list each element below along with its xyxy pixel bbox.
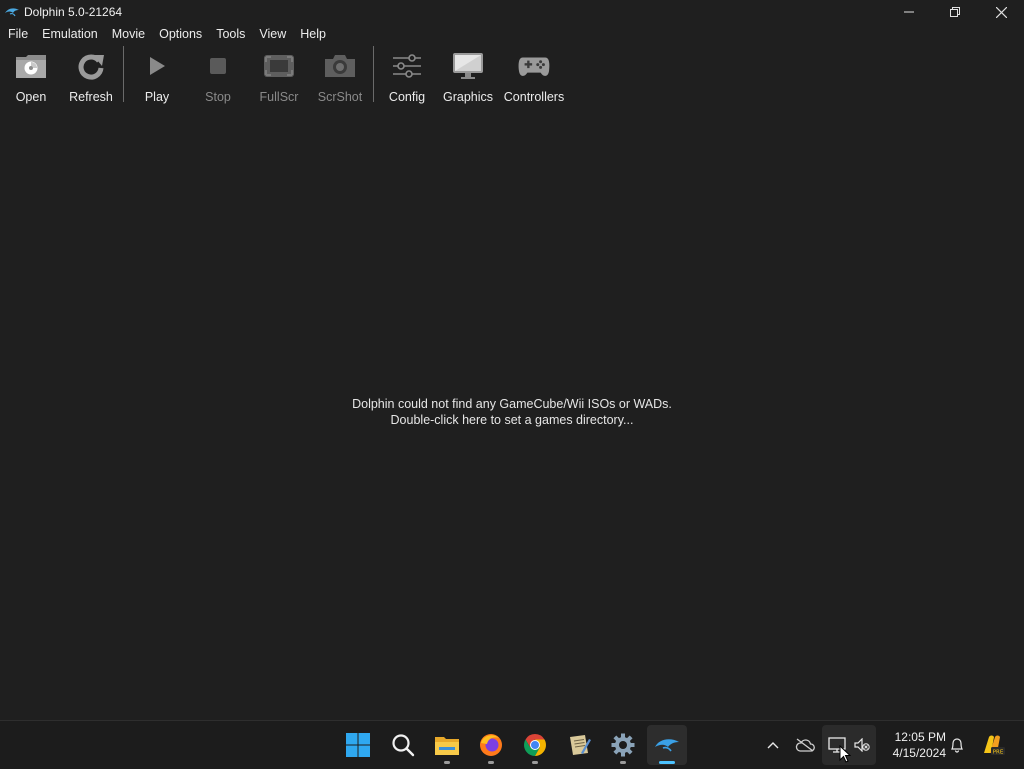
running-indicator <box>444 761 450 764</box>
start-button[interactable] <box>338 725 378 765</box>
graphics-monitor-icon <box>453 53 483 79</box>
running-indicator <box>532 761 538 764</box>
menu-tools[interactable]: Tools <box>209 24 252 46</box>
notifications-button[interactable] <box>946 721 968 769</box>
dolphin-icon <box>5 8 19 17</box>
dolphin-taskbar-button[interactable] <box>647 725 687 765</box>
bell-icon <box>951 738 963 753</box>
menu-movie[interactable]: Movie <box>105 24 152 46</box>
menu-bar: File Emulation Movie Options Tools View … <box>0 24 333 46</box>
settings-button[interactable] <box>603 725 643 765</box>
show-hidden-icons-button[interactable] <box>762 721 784 769</box>
play-button[interactable]: Play <box>127 48 187 104</box>
screenshot-button[interactable]: ScrShot <box>310 48 370 104</box>
toolbar-separator <box>373 46 374 102</box>
screenshot-label: ScrShot <box>317 90 363 104</box>
copilot-icon: PRE <box>984 735 1005 756</box>
close-button[interactable] <box>978 0 1024 24</box>
menu-help[interactable]: Help <box>293 24 333 46</box>
config-label: Config <box>388 90 426 104</box>
search-button[interactable] <box>383 725 423 765</box>
firefox-icon <box>480 734 502 756</box>
onedrive-offline-icon <box>795 738 815 752</box>
onedrive-button[interactable] <box>793 721 817 769</box>
config-button[interactable]: Config <box>377 48 437 104</box>
menu-file[interactable]: File <box>1 24 35 46</box>
notepad-button[interactable] <box>559 725 599 765</box>
toolbar: Open Refresh Play Stop FullScr ScrShot C… <box>0 46 1024 106</box>
running-indicator <box>620 761 626 764</box>
search-icon <box>392 734 415 757</box>
open-folder-icon <box>16 55 46 78</box>
taskbar: 12:05 PM 4/15/2024 PRE <box>0 720 1024 769</box>
mouse-cursor <box>839 745 851 763</box>
graphics-label: Graphics <box>442 90 494 104</box>
stop-label: Stop <box>205 90 231 104</box>
controllers-label: Controllers <box>503 90 565 104</box>
restore-button[interactable] <box>932 0 978 24</box>
menu-emulation[interactable]: Emulation <box>35 24 105 46</box>
refresh-icon <box>78 54 104 80</box>
stop-button[interactable]: Stop <box>188 48 248 104</box>
chrome-button[interactable] <box>515 725 555 765</box>
stop-icon <box>210 58 226 74</box>
title-bar[interactable]: Dolphin 5.0-21264 <box>0 0 1024 24</box>
controllers-button[interactable]: Controllers <box>504 48 564 104</box>
clock[interactable]: 12:05 PM 4/15/2024 <box>880 729 946 761</box>
folder-icon <box>435 737 459 755</box>
screenshot-icon <box>325 55 355 77</box>
gamepad-icon <box>518 57 550 76</box>
fullscreen-icon <box>264 55 294 77</box>
game-list-empty-message[interactable]: Dolphin could not find any GameCube/Wii … <box>0 396 1024 428</box>
minimize-icon <box>904 11 914 13</box>
chrome-icon <box>524 734 546 756</box>
close-icon <box>995 6 1007 18</box>
toolbar-separator <box>123 46 124 102</box>
clock-time: 12:05 PM <box>894 730 946 744</box>
running-indicator <box>488 761 494 764</box>
menu-options[interactable]: Options <box>152 24 209 46</box>
fullscreen-label: FullScr <box>259 90 299 104</box>
refresh-button[interactable]: Refresh <box>61 48 121 104</box>
restore-icon <box>950 7 960 17</box>
config-sliders-icon <box>393 54 421 78</box>
fullscreen-button[interactable]: FullScr <box>249 48 309 104</box>
file-explorer-button[interactable] <box>427 725 467 765</box>
window-title: Dolphin 5.0-21264 <box>24 5 123 19</box>
running-indicator <box>659 761 675 764</box>
gear-icon <box>611 733 635 757</box>
chevron-up-icon <box>767 742 779 749</box>
open-label: Open <box>15 90 47 104</box>
volume-muted-icon <box>854 738 870 752</box>
clock-date: 4/15/2024 <box>892 746 946 760</box>
minimize-button[interactable] <box>886 0 932 24</box>
dolphin-icon <box>655 739 679 752</box>
empty-message-line2: Double-click here to set a games directo… <box>390 413 634 427</box>
refresh-label: Refresh <box>69 90 113 104</box>
windows-logo-icon <box>346 733 370 757</box>
menu-view[interactable]: View <box>252 24 293 46</box>
firefox-button[interactable] <box>471 725 511 765</box>
copilot-button[interactable]: PRE <box>978 721 1008 769</box>
open-button[interactable]: Open <box>1 48 61 104</box>
copilot-badge: PRE <box>993 750 1004 756</box>
graphics-button[interactable]: Graphics <box>438 48 498 104</box>
empty-message-line1: Dolphin could not find any GameCube/Wii … <box>352 397 672 411</box>
play-icon <box>150 57 165 75</box>
play-label: Play <box>144 90 170 104</box>
notepad-icon <box>570 735 591 755</box>
